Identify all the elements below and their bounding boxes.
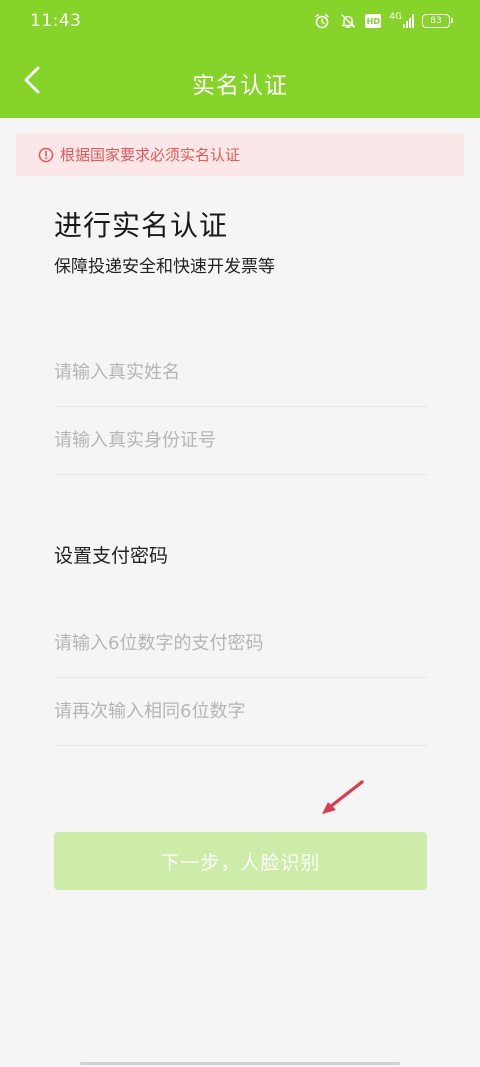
section-subheading: 保障投递安全和快速开发票等: [54, 257, 275, 277]
page-title: 实名认证: [192, 73, 288, 99]
notice-banner: 根据国家要求必须实名认证: [16, 133, 464, 176]
status-icons: HD 4G 83: [313, 12, 453, 30]
app-header: 11:43 HD 4G 83 实名认证: [0, 0, 480, 118]
annotation-arrow-icon: [322, 780, 364, 814]
hd-icon: HD: [365, 14, 382, 28]
id-number-field-row: [54, 407, 427, 475]
bell-off-icon: [339, 12, 357, 30]
nav-bar: 实名认证: [0, 44, 480, 118]
payment-password-confirm-input[interactable]: [54, 701, 427, 722]
real-name-field-row: [54, 339, 427, 407]
next-face-recognition-button[interactable]: 下一步，人脸识别: [54, 832, 427, 890]
battery-icon: 83: [422, 14, 453, 28]
network-type-label: 4G: [389, 12, 402, 22]
section-heading: 进行实名认证: [54, 209, 229, 242]
password-section-label: 设置支付密码: [54, 545, 169, 567]
payment-password-confirm-field-row: [54, 678, 427, 746]
status-bar: 11:43 HD 4G 83: [0, 0, 480, 44]
notice-text: 根据国家要求必须实名认证: [60, 146, 241, 164]
signal-icon: 4G: [389, 12, 414, 28]
status-time: 11:43: [30, 11, 82, 31]
gesture-bar: [80, 1062, 400, 1065]
payment-password-input[interactable]: [54, 633, 427, 654]
payment-password-field-row: [54, 610, 427, 678]
id-number-input[interactable]: [54, 430, 427, 451]
alarm-icon: [313, 12, 331, 30]
exclamation-circle-icon: [38, 147, 54, 162]
real-name-input[interactable]: [54, 362, 427, 383]
